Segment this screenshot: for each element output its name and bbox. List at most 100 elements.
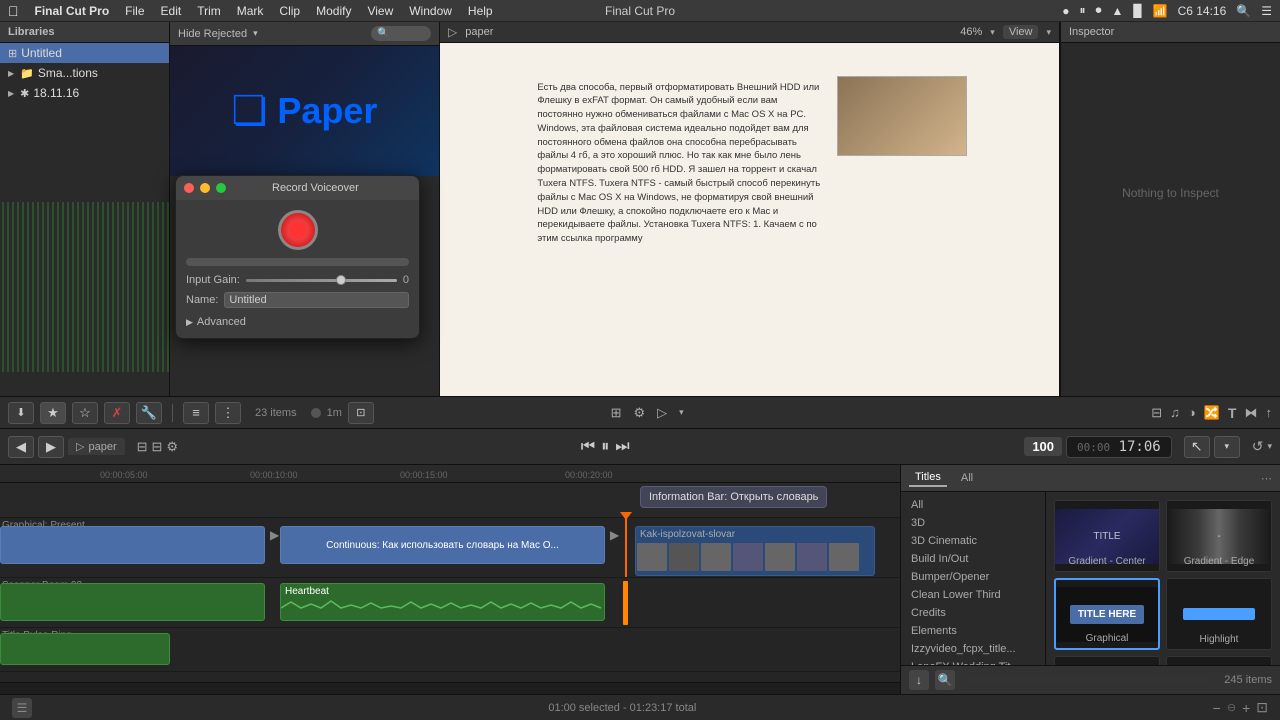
clip-kak-ispolzovat[interactable]: Kak-ispolzovat-slovar	[635, 526, 875, 576]
apple-menu-icon[interactable]: 	[8, 3, 19, 19]
unfavorite-button[interactable]: ☆	[72, 402, 98, 424]
search-icon[interactable]: 🔍	[1236, 4, 1251, 18]
sidebar-item-untitled[interactable]: ⊞ Untitled	[0, 43, 169, 63]
zoom-out-icon[interactable]: −	[1213, 700, 1221, 716]
preview-clip-type-icon[interactable]: ▷	[657, 405, 667, 421]
title-item-graphical[interactable]: TITLE HERE Graphical	[1054, 578, 1160, 650]
redo-icon[interactable]: ▾	[1267, 441, 1272, 452]
timecode-display[interactable]: 00:00 17:06	[1066, 436, 1172, 458]
audio-icon[interactable]: ♫	[1170, 405, 1180, 420]
title-thumb-horizontal-blur[interactable]: Title Horizontal Blur	[1054, 656, 1160, 665]
menu-edit[interactable]: Edit	[161, 4, 182, 18]
view-detail-btn[interactable]: ⋮	[215, 402, 241, 424]
category-bumper-opener[interactable]: Bumper/Opener	[901, 568, 1045, 586]
fit-timeline-icon[interactable]: ⊡	[1256, 699, 1268, 716]
text-icon[interactable]: T	[1228, 405, 1237, 421]
category-credits[interactable]: Credits	[901, 604, 1045, 622]
undo-icon[interactable]: ↺	[1252, 438, 1264, 455]
maximize-button[interactable]	[216, 183, 226, 193]
preview-dropdown-icon[interactable]: ▾	[679, 407, 684, 418]
menu-trim[interactable]: Trim	[197, 4, 221, 18]
clip-options-icon[interactable]: ⚙	[634, 405, 646, 421]
effects-icon[interactable]: 🔀	[1204, 405, 1220, 421]
menu-help[interactable]: Help	[468, 4, 493, 18]
timecode-counter[interactable]: 100	[1024, 437, 1062, 456]
category-clean-lower-third[interactable]: Clean Lower Third	[901, 586, 1045, 604]
menu-extra-icon[interactable]: ☰	[1261, 4, 1272, 18]
timeline-tab-paper[interactable]: ▷ paper	[68, 438, 125, 455]
menu-clip[interactable]: Clip	[279, 4, 300, 18]
title-thumb-gradient-center[interactable]: TITLE Gradient - Center	[1054, 500, 1160, 572]
browser-search[interactable]: 🔍	[371, 26, 431, 41]
clip-heartbeat[interactable]: Heartbeat	[280, 583, 605, 621]
tool-dropdown[interactable]: ▾	[1214, 436, 1240, 458]
index-icon[interactable]: ⚙	[166, 439, 178, 455]
skip-back-button[interactable]: ⏮	[581, 438, 595, 456]
add-to-timeline-icon[interactable]: ↓	[909, 670, 929, 690]
info-popup-bar[interactable]: Information Bar: Открыть словарь	[640, 486, 827, 508]
category-all[interactable]: All	[901, 496, 1045, 514]
zoom-slider[interactable]: ⊖	[1227, 701, 1236, 714]
timeline-scrollbar[interactable]	[0, 682, 900, 694]
title-item-horizontal-blur[interactable]: Title Horizontal Blur	[1054, 656, 1160, 665]
title-thumb-highlight[interactable]: Highlight	[1166, 578, 1272, 650]
dot-btn[interactable]	[311, 408, 321, 418]
tab-titles[interactable]: Titles	[909, 469, 947, 487]
category-izzyvideo[interactable]: Izzyvideo_fcpx_title...	[901, 640, 1045, 658]
category-elements[interactable]: Elements	[901, 622, 1045, 640]
tag-button[interactable]: 🔧	[136, 402, 162, 424]
favorite-button[interactable]: ★	[40, 402, 66, 424]
back-button[interactable]: ◀	[8, 436, 34, 458]
gain-slider[interactable]	[246, 279, 397, 282]
advanced-disclosure[interactable]: ▶ Advanced	[186, 316, 409, 328]
title-item-gradient-edge[interactable]: - Gradient - Edge	[1166, 500, 1272, 572]
menu-file[interactable]: File	[125, 4, 144, 18]
titles-search-icon[interactable]: 🔍	[935, 670, 955, 690]
tab-all[interactable]: All	[955, 470, 979, 486]
color-icon[interactable]: ◑	[1188, 405, 1196, 420]
menu-view[interactable]: View	[367, 4, 393, 18]
titles-filter-icon[interactable]: ⋯	[1261, 472, 1272, 485]
title-item-information-bar[interactable]: Information Information Bar	[1166, 656, 1272, 665]
record-voiceover-button[interactable]	[278, 210, 318, 250]
menu-modify[interactable]: Modify	[316, 4, 351, 18]
transition-icon[interactable]: ⧓	[1244, 405, 1257, 421]
category-lenofx[interactable]: LenoFX Wedding Tit...	[901, 658, 1045, 665]
close-button[interactable]	[184, 183, 194, 193]
reject-button[interactable]: ✗	[104, 402, 130, 424]
title-thumb-information-bar[interactable]: Information Information Bar	[1166, 656, 1272, 665]
audio-lanes-icon[interactable]: ⊟	[137, 439, 148, 455]
preview-view-button[interactable]: View	[1003, 25, 1039, 39]
minimize-button[interactable]	[200, 183, 210, 193]
status-list-icon[interactable]: ☰	[12, 698, 32, 718]
clip-continuous[interactable]: Continuous: Как использовать словарь на …	[280, 526, 605, 564]
select-tool-button[interactable]: ↖	[1184, 436, 1210, 458]
connection-icon[interactable]: ⊟	[1151, 405, 1162, 421]
clip-graphical-1[interactable]	[0, 526, 265, 564]
title-item-gradient-center[interactable]: TITLE Gradient - Center	[1054, 500, 1160, 572]
expand-view-icon[interactable]: ⊞	[611, 405, 622, 421]
clip-title-pulse[interactable]	[0, 633, 170, 665]
play-pause-button[interactable]: ⏸	[601, 438, 609, 456]
skip-forward-button[interactable]: ⏭	[615, 438, 629, 456]
titles-scrollbar[interactable]	[965, 677, 1214, 683]
menu-mark[interactable]: Mark	[237, 4, 264, 18]
category-build-in-out[interactable]: Build In/Out	[901, 550, 1045, 568]
menu-app-name[interactable]: Final Cut Pro	[35, 4, 110, 18]
roles-icon[interactable]: ⊟	[152, 439, 163, 455]
title-thumb-gradient-edge[interactable]: - Gradient - Edge	[1166, 500, 1272, 572]
category-3d[interactable]: 3D	[901, 514, 1045, 532]
clip-scanner-beam[interactable]	[0, 583, 265, 621]
name-input[interactable]	[224, 292, 409, 308]
fit-btn[interactable]: ⊡	[348, 402, 374, 424]
category-3d-cinematic[interactable]: 3D Cinematic	[901, 532, 1045, 550]
sidebar-item-smations[interactable]: ▶ 📁 Sma...tions	[0, 63, 169, 83]
menu-window[interactable]: Window	[409, 4, 452, 18]
view-list-btn[interactable]: ≡	[183, 402, 209, 424]
title-thumb-graphical[interactable]: TITLE HERE Graphical	[1054, 578, 1160, 650]
title-item-highlight[interactable]: Highlight	[1166, 578, 1272, 650]
zoom-in-icon[interactable]: +	[1242, 700, 1250, 716]
forward-button[interactable]: ▶	[38, 436, 64, 458]
sidebar-item-date[interactable]: ▶ ✱ 18.11.16	[0, 83, 169, 103]
import-button[interactable]: ⬇	[8, 402, 34, 424]
